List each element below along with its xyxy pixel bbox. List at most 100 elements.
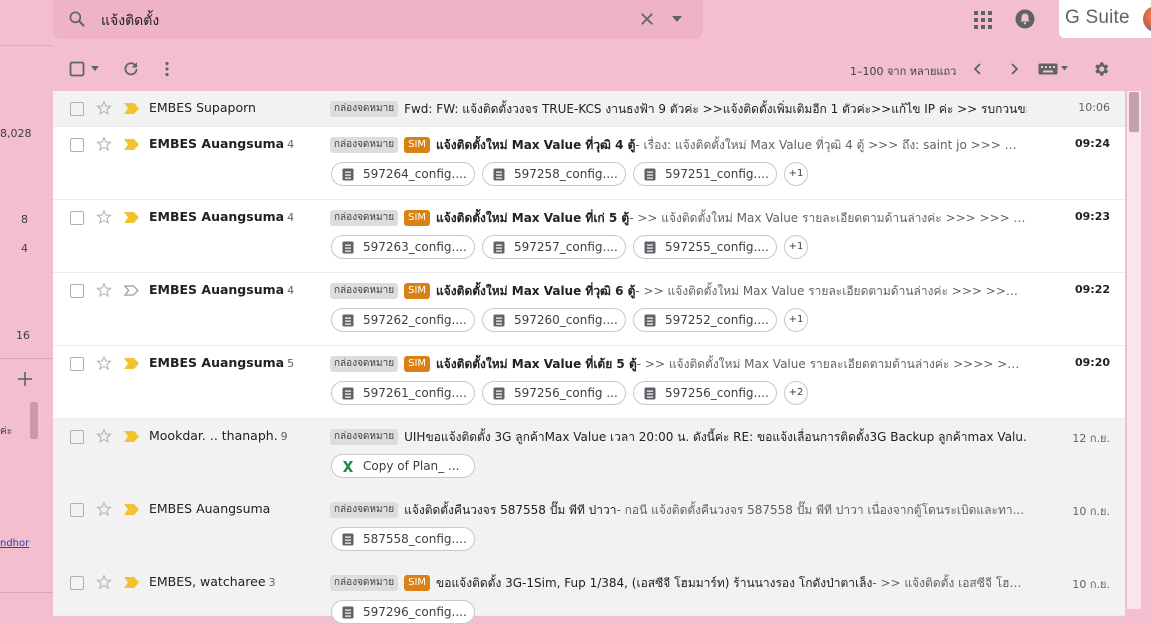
important-marker-icon[interactable]	[124, 504, 139, 515]
star-icon[interactable]	[96, 501, 112, 517]
star-icon[interactable]	[96, 574, 112, 590]
important-marker-icon[interactable]	[124, 212, 139, 223]
chevron-down-icon[interactable]	[91, 66, 99, 72]
attachment-name: 597257_config....	[514, 240, 618, 254]
row-checkbox[interactable]	[70, 284, 84, 298]
refresh-icon[interactable]	[122, 60, 140, 78]
left-count-2: 4	[21, 242, 28, 255]
attachment-chip[interactable]: 597251_config....	[633, 162, 777, 186]
important-marker-icon[interactable]	[124, 431, 139, 442]
attachment-chip[interactable]: 597258_config....	[482, 162, 626, 186]
search-bar[interactable]: แจ้งติดตั้ง	[53, 0, 703, 39]
attachment-chip[interactable]: 597255_config....	[633, 235, 777, 259]
left-link[interactable]: ndhor	[0, 538, 29, 549]
email-row[interactable]: EMBES Auangsuma 4 กล่องจดหมาย SIM แจ้งติดตั้…	[53, 273, 1125, 346]
star-icon[interactable]	[96, 355, 112, 371]
attachment-name: 597261_config....	[363, 386, 467, 400]
email-row[interactable]: EMBES Supaporn กล่องจดหมาย Fwd: FW: แจ้งติ…	[53, 91, 1125, 127]
more-vert-icon[interactable]	[163, 61, 171, 77]
account-badge[interactable]: G Suite	[1059, 0, 1151, 38]
message-line[interactable]: กล่องจดหมาย SIM แจ้งติดตั้งใหม่ Max Value …	[330, 355, 1027, 373]
chevron-left-icon[interactable]	[972, 62, 984, 76]
snippet: - เรื่อง: แจ้งติดตั้งใหม่ Max Value ที่ว…	[635, 137, 1027, 152]
important-marker-icon[interactable]	[124, 103, 139, 114]
attachment-name: 597256_config ...	[514, 386, 618, 400]
timestamp: 10:06	[1078, 101, 1110, 114]
close-icon[interactable]	[638, 10, 656, 28]
star-icon[interactable]	[96, 428, 112, 444]
search-input[interactable]: แจ้งติดตั้ง	[101, 10, 159, 32]
chevron-down-icon[interactable]	[1061, 66, 1068, 71]
message-line[interactable]: กล่องจดหมาย SIM แจ้งติดตั้งใหม่ Max Value …	[330, 209, 1027, 227]
left-count-inbox: 8,028	[0, 127, 32, 140]
email-row[interactable]: EMBES Auangsuma 4 กล่องจดหมาย SIM แจ้งติดตั้…	[53, 127, 1125, 200]
important-marker-icon[interactable]	[124, 577, 139, 588]
row-checkbox[interactable]	[70, 430, 84, 444]
inbox-label: กล่องจดหมาย	[330, 210, 399, 226]
row-checkbox[interactable]	[70, 138, 84, 152]
attachment-chip[interactable]: 597264_config....	[331, 162, 475, 186]
star-icon[interactable]	[96, 282, 112, 298]
attachment-chip[interactable]: 597296_config....	[331, 600, 475, 624]
more-attachments-badge[interactable]: +1	[784, 235, 808, 259]
more-attachments-badge[interactable]: +1	[784, 162, 808, 186]
star-icon[interactable]	[96, 136, 112, 152]
star-icon[interactable]	[96, 209, 112, 225]
message-line[interactable]: กล่องจดหมาย แจ้งติดตั้งคืนวงจร 587558 ปั๊…	[330, 501, 1027, 519]
select-all-checkbox[interactable]	[69, 61, 85, 77]
left-scrollbar[interactable]	[30, 402, 38, 439]
notifications-icon[interactable]	[1015, 9, 1035, 29]
email-row[interactable]: Mookdar. .. thanaph. 9 กล่องจดหมาย UIHขอแจ้…	[53, 419, 1125, 492]
attachment-chip[interactable]: 597256_config....	[633, 381, 777, 405]
avatar[interactable]	[1143, 6, 1151, 32]
plus-icon[interactable]	[17, 371, 33, 387]
message-line[interactable]: กล่องจดหมาย Fwd: FW: แจ้งติดตั้งวงจร TRUE…	[330, 100, 1027, 118]
message-line[interactable]: กล่องจดหมาย SIM แจ้งติดตั้งใหม่ Max Value …	[330, 136, 1027, 154]
attachment-chip[interactable]: 597256_config ...	[482, 381, 626, 405]
row-checkbox[interactable]	[70, 503, 84, 517]
gear-icon[interactable]	[1092, 60, 1110, 78]
sender-name: Mookdar. .. thanaph. 9	[149, 428, 288, 443]
important-marker-icon[interactable]	[124, 139, 139, 150]
attachment-chip[interactable]: 587558_config....	[331, 527, 475, 551]
search-options-icon[interactable]	[671, 14, 683, 24]
thread-count: 9	[280, 430, 288, 443]
more-attachments-badge[interactable]: +1	[784, 308, 808, 332]
sender-label: EMBES Auangsuma	[149, 136, 285, 151]
message-line[interactable]: กล่องจดหมาย UIHขอแจ้งติดตั้ง 3G ลูกค้าMax…	[330, 428, 1027, 446]
row-checkbox[interactable]	[70, 576, 84, 590]
email-row[interactable]: EMBES, watcharee 3 กล่องจดหมาย SIM ขอแจ้งติด…	[53, 565, 1125, 624]
apps-grid-icon[interactable]	[974, 11, 992, 29]
row-checkbox[interactable]	[70, 357, 84, 371]
subject: แจ้งติดตั้งใหม่ Max Value ที่เต้ย 5 ตู้	[436, 356, 637, 371]
attachment-chip[interactable]: 597262_config....	[331, 308, 475, 332]
more-attachments-badge[interactable]: +2	[784, 381, 808, 405]
divider	[0, 45, 53, 46]
sender-label: EMBES Auangsuma	[149, 355, 285, 370]
row-checkbox[interactable]	[70, 211, 84, 225]
attachment-chip[interactable]: 597252_config....	[633, 308, 777, 332]
scrollbar-track[interactable]	[1127, 91, 1141, 609]
message-line[interactable]: กล่องจดหมาย SIM แจ้งติดตั้งใหม่ Max Value …	[330, 282, 1027, 300]
attachment-chip[interactable]: 597257_config....	[482, 235, 626, 259]
document-icon	[342, 314, 354, 327]
email-row[interactable]: EMBES Auangsuma 4 กล่องจดหมาย SIM แจ้งติดตั้…	[53, 200, 1125, 273]
important-marker-icon[interactable]	[124, 285, 139, 296]
attachment-name: Copy of Plan_ ...	[363, 459, 460, 473]
chevron-right-icon[interactable]	[1008, 62, 1020, 76]
attachment-chip[interactable]: 597263_config....	[331, 235, 475, 259]
scrollbar-thumb[interactable]	[1129, 92, 1139, 132]
star-icon[interactable]	[96, 100, 112, 116]
attachment-chip[interactable]: Copy of Plan_ ...	[331, 454, 475, 478]
email-row[interactable]: EMBES Auangsuma กล่องจดหมาย แจ้งติดตั้งคืน…	[53, 492, 1125, 565]
keyboard-icon[interactable]	[1038, 63, 1058, 75]
row-checkbox[interactable]	[70, 102, 84, 116]
timestamp: 09:24	[1074, 137, 1110, 150]
email-row[interactable]: EMBES Auangsuma 5 กล่องจดหมาย SIM แจ้งติดตั้…	[53, 346, 1125, 419]
important-marker-icon[interactable]	[124, 358, 139, 369]
sender-name: EMBES Auangsuma 4	[149, 136, 294, 151]
attachment-chip[interactable]: 597260_config....	[482, 308, 626, 332]
message-line[interactable]: กล่องจดหมาย SIM ขอแจ้งติดตั้ง 3G-1Sim, Fup…	[330, 574, 1027, 592]
attachment-chip[interactable]: 597261_config....	[331, 381, 475, 405]
search-icon[interactable]	[67, 9, 87, 29]
